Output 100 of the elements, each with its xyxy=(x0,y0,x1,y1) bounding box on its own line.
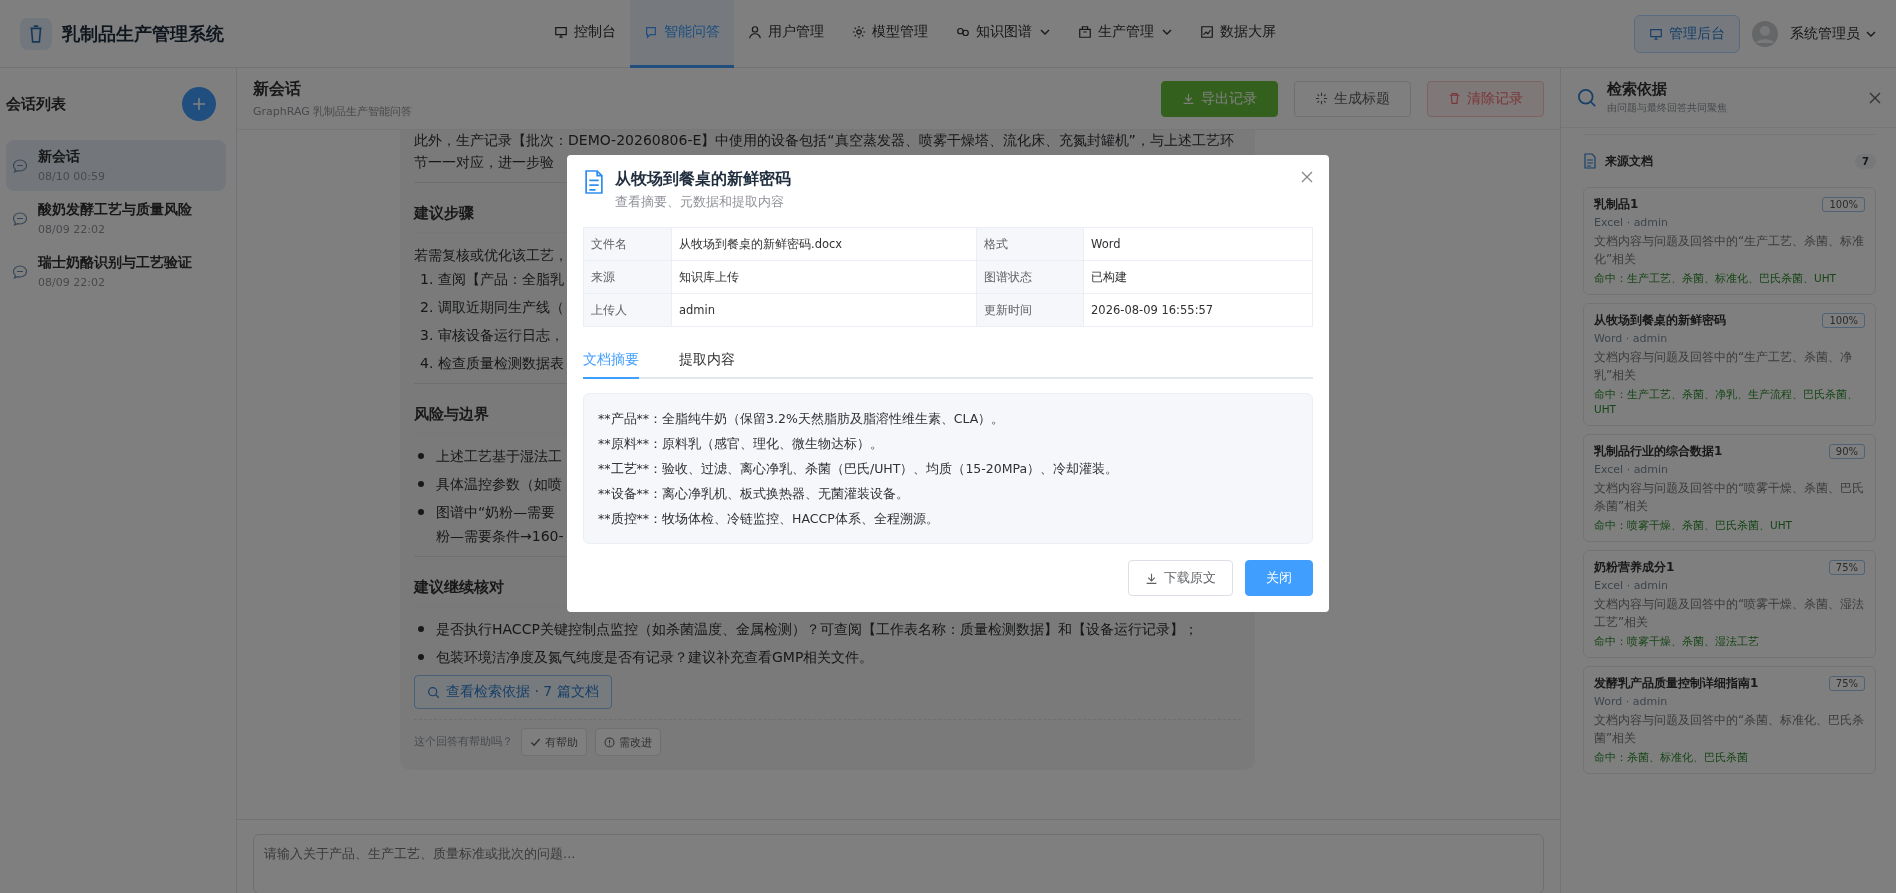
chat-bubble-icon xyxy=(12,263,28,280)
metadata-value: admin xyxy=(672,294,977,327)
relevance-score: 100% xyxy=(1822,197,1865,212)
relevance-score: 100% xyxy=(1822,313,1865,328)
metadata-label: 更新时间 xyxy=(977,294,1084,327)
chat-bubble-icon xyxy=(644,25,658,39)
list-item-text: 审核设备运行日志， xyxy=(438,326,564,345)
document-meta: Excel · admin xyxy=(1594,579,1670,592)
metadata-value: 从牧场到餐桌的新鲜密码.docx xyxy=(672,228,977,261)
relevance-score: 75% xyxy=(1828,676,1865,691)
list-item-text: 检查质量检测数据表 xyxy=(438,354,564,373)
question-input[interactable]: 请输入关于产品、生产工艺、质量标准或批次的问题... xyxy=(253,834,1544,893)
dialog-tab[interactable]: 文档摘要 xyxy=(583,343,639,379)
plus-icon xyxy=(191,96,207,112)
sidebar-title: 会话列表 xyxy=(6,94,66,114)
dialog-tab[interactable]: 提取内容 xyxy=(679,343,735,379)
app-title: 乳制品生产管理系统 xyxy=(62,21,224,46)
answer-paragraph: 此外，生产记录【批次：DEMO-20260806-E】中使用的设备包括“真空蒸发器、喷雾干燥塔、流化床、充氮封罐机”，与上述工艺环 节一一对应，进一步验 xyxy=(414,131,1234,170)
sparkle-icon xyxy=(1315,92,1328,105)
document-title: 乳制品行业的综合数据1 xyxy=(1594,443,1723,460)
nav-tab[interactable]: 模型管理 xyxy=(838,0,942,68)
document-icon xyxy=(583,169,605,195)
document-title: 发酵乳产品质量控制详细指南1 xyxy=(1594,675,1759,692)
document-title: 从牧场到餐桌的新鲜密码 xyxy=(1594,312,1726,329)
source-document-card[interactable]: 乳制品行业的综合数据1 90% Excel · admin 文档内容与问题及回答中的“喷雾干燥、杀菌、巴氏杀菌”相关 命中：喷雾干燥、杀菌、巴氏杀菌、UHT xyxy=(1583,434,1876,542)
summary-line: **质控**：牧场体检、冷链监控、HACCP体系、全程溯源。 xyxy=(598,510,940,528)
source-document-card[interactable]: 乳制品1 100% Excel · admin 文档内容与问题及回答中的“生产工艺、杀菌、标准化”相关 命中：生产工艺、杀菌、标准化、巴氏杀菌、UHT xyxy=(1583,187,1876,295)
nav-tab[interactable]: 数据大屏 xyxy=(1186,0,1290,68)
matched-keywords: 命中：生产工艺、杀菌、净乳、生产流程、巴氏杀菌、UHT xyxy=(1594,387,1859,417)
source-document-card[interactable]: 发酵乳产品质量控制详细指南1 75% Word · admin 文档内容与问题及回答中的“杀菌、标准化、巴氏杀菌”相关 命中：杀菌、标准化、巴氏杀菌 xyxy=(1583,666,1876,774)
dialog-button[interactable]: 关闭 xyxy=(1245,560,1313,596)
bullet-icon xyxy=(418,481,424,487)
source-document-card[interactable]: 从牧场到餐桌的新鲜密码 100% Word · admin 文档内容与问题及回答中的“生产工艺、杀菌、净乳”相关 命中：生产工艺、杀菌、净乳、生产流程、巴氏杀菌、UHT xyxy=(1583,303,1876,426)
helpful-button[interactable]: 有帮助 xyxy=(521,728,587,756)
summary-line: **产品**：全脂纯牛奶（保留3.2%天然脂肪及脂溶性维生素、CLA）。 xyxy=(598,410,1006,428)
monitor-icon xyxy=(554,25,568,39)
relevance-score: 75% xyxy=(1828,560,1865,575)
document-description: 文档内容与问题及回答中的“生产工艺、杀菌、净乳”相关 xyxy=(1594,349,1854,384)
document-meta: Excel · admin xyxy=(1594,216,1670,229)
briefcase-icon xyxy=(1078,25,1092,39)
nav-tab[interactable]: 知识图谱 xyxy=(942,0,1064,68)
linked-circles-icon xyxy=(956,25,970,39)
list-item-text: 上述工艺基于湿法工 xyxy=(436,447,562,466)
toolbar-button[interactable]: 生成标题 xyxy=(1294,80,1411,117)
close-icon[interactable] xyxy=(1868,90,1882,105)
download-icon xyxy=(1145,571,1158,585)
nav-tab[interactable]: 用户管理 xyxy=(734,0,838,68)
metadata-label: 格式 xyxy=(977,228,1084,261)
section-title: 来源文档 xyxy=(1605,152,1654,170)
document-meta: Word · admin xyxy=(1594,695,1669,708)
matched-keywords: 命中：喷雾干燥、杀菌、巴氏杀菌、UHT xyxy=(1594,518,1793,533)
panel-title: 检索依据 xyxy=(1607,80,1668,99)
admin-console-button[interactable]: 管理后台 xyxy=(1634,14,1740,53)
chart-icon xyxy=(1200,25,1214,39)
list-number: 2. xyxy=(420,298,434,317)
summary-line: **工艺**：验收、过滤、离心净乳、杀菌（巴氏/UHT）、均质（15-20MPa）、冷却灌装。 xyxy=(598,460,1120,478)
document-description: 文档内容与问题及回答中的“喷雾干燥、杀菌、巴氏杀菌”相关 xyxy=(1594,480,1865,515)
chat-title: 新会话 xyxy=(253,78,302,100)
nav-tab[interactable]: 控制台 xyxy=(540,0,630,68)
summary-line: **原料**：原料乳（感官、理化、微生物达标）。 xyxy=(598,435,884,453)
list-item-text: 图谱中“奶粉—需要 粉—需要条件→160- xyxy=(436,503,564,546)
list-item-text: 具体温控参数（如喷 xyxy=(436,475,562,494)
chat-bubble-icon xyxy=(12,210,28,227)
list-number: 1. xyxy=(420,270,434,289)
needs-improvement-button[interactable]: 需改进 xyxy=(595,728,661,756)
new-session-button[interactable] xyxy=(182,87,216,121)
monitor-icon xyxy=(1649,26,1663,41)
answer-paragraph: 若需复核或优化该工艺， xyxy=(414,246,568,265)
metadata-value: 2026-08-09 16:55:57 xyxy=(1084,294,1313,327)
bullet-icon xyxy=(418,626,424,632)
user-menu[interactable]: 系统管理员 xyxy=(1790,24,1876,43)
matched-keywords: 命中：喷雾干燥、杀菌、湿法工艺 xyxy=(1594,634,1760,649)
search-icon xyxy=(427,685,440,699)
dialog-button[interactable]: 下载原文 xyxy=(1128,560,1233,596)
list-item-text: 调取近期同生产线（ xyxy=(438,298,564,317)
nav-tab[interactable]: 生产管理 xyxy=(1064,0,1186,68)
document-title: 奶粉营养成分1 xyxy=(1594,559,1675,576)
view-sources-button[interactable]: 查看检索依据 · 7 篇文档 xyxy=(414,675,612,709)
bullet-icon xyxy=(418,654,424,660)
count-badge: 7 xyxy=(1855,153,1876,169)
metadata-label: 文件名 xyxy=(584,228,672,261)
list-number: 3. xyxy=(420,326,434,345)
check-icon xyxy=(530,736,541,748)
list-item-text: 查阅【产品：全脂乳 xyxy=(438,270,564,289)
summary-line: **设备**：离心净乳机、板式换热器、无菌灌装设备。 xyxy=(598,485,910,503)
matched-keywords: 命中：杀菌、标准化、巴氏杀菌 xyxy=(1594,750,1749,765)
download-icon xyxy=(1182,92,1195,105)
document-description: 文档内容与问题及回答中的“喷雾干燥、杀菌、湿法工艺”相关 xyxy=(1594,596,1865,631)
dialog-subtitle: 查看摘要、元数据和提取内容 xyxy=(615,194,785,211)
chat-bubble-icon xyxy=(12,157,28,174)
document-meta: Word · admin xyxy=(1594,332,1669,345)
list-number: 4. xyxy=(420,354,434,373)
close-icon[interactable] xyxy=(1301,171,1313,183)
document-title: 乳制品1 xyxy=(1594,196,1639,213)
document-meta: Excel · admin xyxy=(1594,463,1670,476)
metadata-label: 图谱状态 xyxy=(977,261,1084,294)
gear-icon xyxy=(852,25,866,39)
source-document-card[interactable]: 奶粉营养成分1 75% Excel · admin 文档内容与问题及回答中的“喷雾干燥、杀菌、湿法工艺”相关 命中：喷雾干燥、杀菌、湿法工艺 xyxy=(1583,550,1876,658)
search-icon xyxy=(1577,87,1597,108)
cup-logo-icon xyxy=(20,17,52,50)
